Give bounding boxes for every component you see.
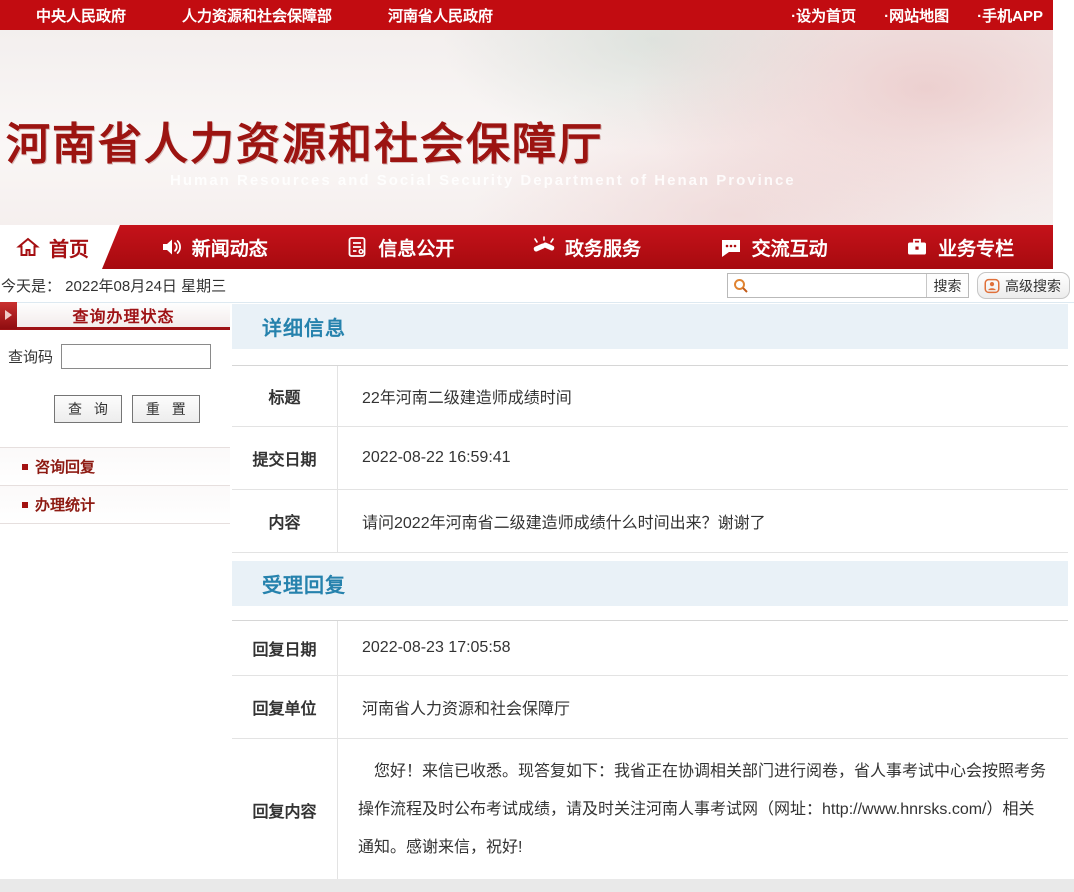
detail-section-header: 详细信息 <box>232 304 1068 349</box>
nav-item-label: 新闻动态 <box>192 234 268 261</box>
row-label: 回复内容 <box>232 739 338 881</box>
nav-item-interaction[interactable]: 交流互动 <box>680 225 867 269</box>
link-central-government[interactable]: 中央人民政府 <box>36 5 126 26</box>
nav-item-business-columns[interactable]: 业务专栏 <box>866 225 1053 269</box>
nav-item-info-disclosure[interactable]: 信息公开 <box>307 225 494 269</box>
row-value: 您好！来信已收悉。现答复如下：我省正在协调相关部门进行阅卷，省人事考试中心会按照… <box>338 739 1068 881</box>
footer-strip <box>0 879 1074 892</box>
date-search-bar: 今天是： 2022年08月24日 星期三 搜索 高级搜索 <box>0 269 1074 303</box>
briefcase-icon <box>905 235 929 259</box>
search-icon <box>732 277 750 295</box>
detail-section-title: 详细信息 <box>262 312 346 341</box>
site-title: 河南省人力资源和社会保障厅 <box>6 108 604 172</box>
nav-item-label: 首页 <box>49 233 89 262</box>
site-banner: 河南省人力资源和社会保障厅 Human Resources and Social… <box>0 30 1053 225</box>
square-bullet-icon <box>22 464 28 470</box>
row-label: 回复单位 <box>232 676 338 738</box>
reply-section-header: 受理回复 <box>232 561 1068 606</box>
query-code-input[interactable] <box>61 344 211 369</box>
search-box: 搜索 <box>727 273 969 298</box>
nav-item-news[interactable]: 新闻动态 <box>120 225 307 269</box>
table-row-submit-date: 提交日期 2022-08-22 16:59:41 <box>232 427 1068 490</box>
sidebar-links: 咨询回复 办理统计 <box>0 447 230 524</box>
advanced-search-button[interactable]: 高级搜索 <box>977 272 1070 299</box>
link-henan-government[interactable]: 河南省人民政府 <box>388 5 493 26</box>
chat-icon <box>719 235 743 259</box>
document-icon <box>345 235 369 259</box>
sidebar: 查询办理状态 查询码 查 询 重 置 咨询回复 办理统计 <box>0 303 230 524</box>
link-set-homepage[interactable]: ·设为首页 <box>791 5 856 26</box>
square-bullet-icon <box>22 502 28 508</box>
top-sections: 中央人民政府 人力资源和社会保障部 河南省人民政府 ·设为首页 ·网站地图 ·手… <box>0 0 1053 269</box>
row-value: 请问2022年河南省二级建造师成绩什么时间出来？谢谢了 <box>338 490 1068 552</box>
sidebar-item-processing-statistics[interactable]: 办理统计 <box>0 485 230 524</box>
sidebar-item-label: 咨询回复 <box>35 456 95 477</box>
row-label: 标题 <box>232 366 338 426</box>
link-mohrss[interactable]: 人力资源和社会保障部 <box>182 5 332 26</box>
nav-item-label: 政务服务 <box>565 234 641 261</box>
sidebar-header-title: 查询办理状态 <box>17 303 230 327</box>
top-bar: 中央人民政府 人力资源和社会保障部 河南省人民政府 ·设为首页 ·网站地图 ·手… <box>0 0 1053 30</box>
nav-item-label: 业务专栏 <box>938 234 1014 261</box>
nav-item-label: 交流互动 <box>752 234 828 261</box>
row-label: 内容 <box>232 490 338 552</box>
search-area: 搜索 高级搜索 <box>727 272 1070 299</box>
handshake-icon <box>532 235 556 259</box>
main-nav: 首页 新闻动态 信息公开 <box>0 225 1053 269</box>
advanced-search-label: 高级搜索 <box>1005 276 1061 296</box>
sidebar-item-consultation-replies[interactable]: 咨询回复 <box>0 447 230 485</box>
table-row-reply-date: 回复日期 2022-08-23 17:05:58 <box>232 621 1068 676</box>
home-icon <box>16 235 40 259</box>
nav-item-label: 信息公开 <box>378 234 454 261</box>
sidebar-header: 查询办理状态 <box>0 303 230 330</box>
query-reset-button[interactable]: 重 置 <box>132 395 200 423</box>
row-label: 回复日期 <box>232 621 338 675</box>
query-buttons-row: 查 询 重 置 <box>54 395 230 423</box>
main-panel: 详细信息 标题 22年河南二级建造师成绩时间 提交日期 2022-08-22 1… <box>232 304 1068 882</box>
nav-item-gov-services[interactable]: 政务服务 <box>493 225 680 269</box>
row-value: 2022-08-22 16:59:41 <box>338 427 1068 489</box>
nav-items: 新闻动态 信息公开 政务服务 <box>120 225 1053 269</box>
search-input[interactable] <box>753 275 926 296</box>
today-date-text: 今天是： 2022年08月24日 星期三 <box>1 275 226 296</box>
table-row-title: 标题 22年河南二级建造师成绩时间 <box>232 366 1068 427</box>
reply-table: 回复日期 2022-08-23 17:05:58 回复单位 河南省人力资源和社会… <box>232 620 1068 882</box>
search-button[interactable]: 搜索 <box>926 274 968 297</box>
advanced-search-icon <box>983 277 1001 295</box>
query-code-label: 查询码 <box>8 346 53 367</box>
link-mobile-app[interactable]: ·手机APP <box>977 5 1043 26</box>
table-row-reply-content: 回复内容 您好！来信已收悉。现答复如下：我省正在协调相关部门进行阅卷，省人事考试… <box>232 739 1068 882</box>
site-subtitle-english: Human Resources and Social Security Depa… <box>170 172 796 189</box>
sidebar-item-label: 办理统计 <box>35 494 95 515</box>
content: 查询办理状态 查询码 查 询 重 置 咨询回复 办理统计 <box>0 303 1074 882</box>
row-value: 2022-08-23 17:05:58 <box>338 621 1068 675</box>
detail-table: 标题 22年河南二级建造师成绩时间 提交日期 2022-08-22 16:59:… <box>232 365 1068 553</box>
query-code-row: 查询码 <box>8 344 230 369</box>
top-bar-utility-links: ·设为首页 ·网站地图 ·手机APP <box>791 5 1043 26</box>
query-submit-button[interactable]: 查 询 <box>54 395 122 423</box>
speaker-icon <box>159 235 183 259</box>
row-label: 提交日期 <box>232 427 338 489</box>
row-value: 22年河南二级建造师成绩时间 <box>338 366 1068 426</box>
sidebar-header-arrow-icon <box>0 302 17 329</box>
page: 中央人民政府 人力资源和社会保障部 河南省人民政府 ·设为首页 ·网站地图 ·手… <box>0 0 1074 892</box>
table-row-reply-unit: 回复单位 河南省人力资源和社会保障厅 <box>232 676 1068 739</box>
nav-item-home[interactable]: 首页 <box>0 225 120 269</box>
link-sitemap[interactable]: ·网站地图 <box>884 5 949 26</box>
row-value: 河南省人力资源和社会保障厅 <box>338 676 1068 738</box>
table-row-content: 内容 请问2022年河南省二级建造师成绩什么时间出来？谢谢了 <box>232 490 1068 553</box>
reply-section-title: 受理回复 <box>262 569 346 598</box>
top-bar-links: 中央人民政府 人力资源和社会保障部 河南省人民政府 <box>36 5 493 26</box>
